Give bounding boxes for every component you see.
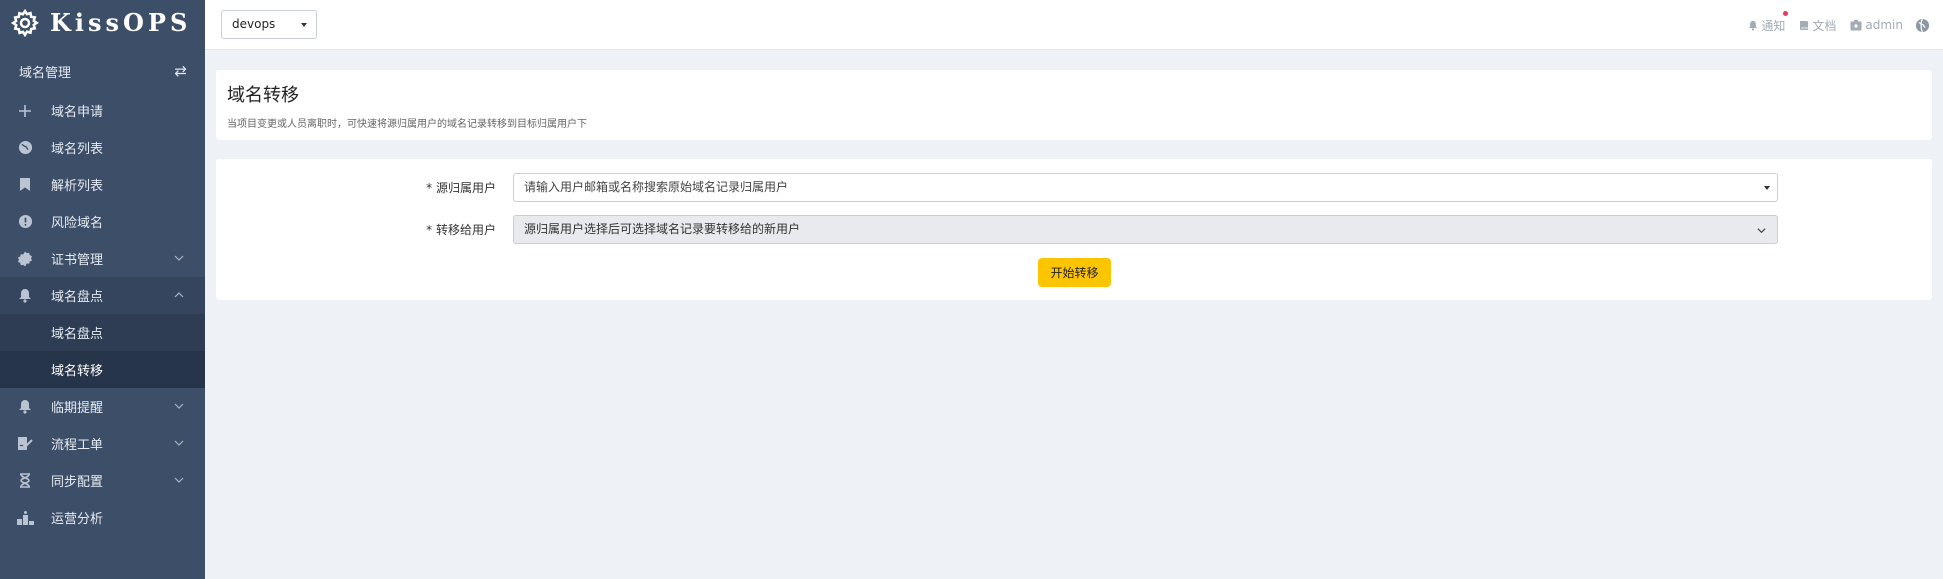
notify-badge-dot: [1783, 10, 1789, 16]
file-signature-icon: [16, 435, 34, 453]
target-user-label: * 转移给用户: [426, 223, 496, 237]
app-name: KissOPS: [50, 8, 192, 37]
id-card-icon: [1850, 19, 1862, 30]
chevron-down-icon: [1757, 228, 1766, 234]
user-menu[interactable]: admin: [1850, 18, 1903, 32]
source-user-row: * 源归属用户 请输入用户邮箱或名称搜索原始域名记录归属用户: [216, 173, 1932, 202]
bell-icon: [1749, 20, 1758, 31]
switch-icon[interactable]: ⇄: [174, 62, 187, 80]
chevron-down-icon: [174, 440, 184, 446]
gear-logo-icon: [10, 8, 40, 37]
sidebar-item-domain-list[interactable]: 域名列表: [0, 129, 205, 166]
user-label: admin: [1865, 18, 1903, 32]
sidebar-item-cert-manage[interactable]: 证书管理: [0, 240, 205, 277]
sidebar-item-label: 证书管理: [51, 253, 104, 268]
bell-icon: [16, 398, 34, 416]
target-user-select[interactable]: 源归属用户选择后可选择域名记录要转移给的新用户: [513, 215, 1778, 244]
docs-label: 文档: [1812, 18, 1837, 33]
chevron-up-icon: [174, 292, 184, 298]
source-user-placeholder: 请输入用户邮箱或名称搜索原始域名记录归属用户: [524, 180, 789, 194]
sidebar-menu: 域名申请 域名列表 解析列表 风险域名 证书管理 域名盘点 域名盘点 域名转移 …: [0, 92, 205, 536]
sidebar: KissOPS 域名管理 ⇄ 域名申请 域名列表 解析列表 风险域名 证书管理 …: [0, 0, 205, 579]
env-select[interactable]: devops: [221, 10, 317, 39]
transfer-form-panel: * 源归属用户 请输入用户邮箱或名称搜索原始域名记录归属用户 * 转移给用户 源…: [216, 159, 1932, 300]
sidebar-submenu-domain-inventory: 域名盘点 域名转移: [0, 314, 205, 388]
top-bar: devops 通知 文档 admin: [205, 0, 1943, 50]
page-header-panel: 域名转移 当项目变更或人员离职时，可快速将源归属用户的域名记录转移到目标归属用户…: [216, 70, 1932, 140]
sidebar-item-sync-config[interactable]: 同步配置: [0, 462, 205, 499]
sidebar-item-label: 域名申请: [51, 105, 104, 120]
sidebar-item-dns-list[interactable]: 解析列表: [0, 166, 205, 203]
globe-icon: [16, 139, 34, 157]
sidebar-item-label: 风险域名: [51, 216, 104, 231]
bell-icon: [16, 287, 34, 305]
bookmark-icon: [16, 176, 34, 194]
alert-circle-icon: [16, 213, 34, 231]
source-user-select[interactable]: 请输入用户邮箱或名称搜索原始域名记录归属用户: [513, 173, 1778, 202]
chevron-down-icon: [174, 403, 184, 409]
sidebar-group-header: 域名管理 ⇄: [0, 50, 205, 92]
sidebar-item-label: 同步配置: [51, 475, 104, 490]
target-user-row: * 转移给用户 源归属用户选择后可选择域名记录要转移给的新用户: [216, 215, 1932, 244]
sidebar-item-domain-inventory[interactable]: 域名盘点: [0, 277, 205, 314]
caret-down-icon: [301, 23, 307, 27]
sidebar-item-expiry-reminder[interactable]: 临期提醒: [0, 388, 205, 425]
sidebar-item-workflow-tickets[interactable]: 流程工单: [0, 425, 205, 462]
hourglass-icon: [16, 472, 34, 490]
badge-icon: [16, 250, 34, 268]
book-icon: [1800, 20, 1809, 30]
page-description: 当项目变更或人员离职时，可快速将源归属用户的域名记录转移到目标归属用户下: [227, 119, 587, 130]
sidebar-item-label: 解析列表: [51, 179, 104, 194]
target-user-placeholder: 源归属用户选择后可选择域名记录要转移给的新用户: [524, 222, 801, 236]
language-globe-icon[interactable]: [1915, 18, 1930, 33]
env-select-value: devops: [232, 17, 276, 31]
page-title: 域名转移: [227, 85, 299, 106]
podium-icon: [16, 509, 34, 527]
chevron-down-icon: [174, 255, 184, 261]
sidebar-item-ops-analysis[interactable]: 运营分析: [0, 499, 205, 536]
sidebar-item-label: 运营分析: [51, 512, 104, 527]
sidebar-item-label: 流程工单: [51, 438, 104, 453]
notify-label: 通知: [1761, 18, 1786, 33]
sidebar-item-label: 域名列表: [51, 142, 104, 157]
sidebar-item-risk-domain[interactable]: 风险域名: [0, 203, 205, 240]
app-logo[interactable]: KissOPS: [0, 0, 205, 45]
chevron-down-icon: [174, 477, 184, 483]
notify-link[interactable]: 通知: [1748, 10, 1789, 34]
sidebar-item-domain-apply[interactable]: 域名申请: [0, 92, 205, 129]
sidebar-item-label: 域名盘点: [51, 290, 104, 305]
sidebar-subitem-domain-inventory[interactable]: 域名盘点: [0, 314, 205, 351]
source-user-label: * 源归属用户: [426, 181, 496, 195]
sidebar-item-label: 临期提醒: [51, 401, 104, 416]
caret-down-icon: [1764, 186, 1770, 190]
top-right-actions: 通知 文档 admin: [1734, 0, 1943, 50]
docs-link[interactable]: 文档: [1799, 17, 1836, 34]
plus-icon: [16, 102, 34, 120]
start-transfer-button[interactable]: 开始转移: [1038, 258, 1111, 287]
sidebar-group-title: 域名管理: [19, 65, 72, 81]
sidebar-subitem-domain-transfer[interactable]: 域名转移: [0, 351, 205, 388]
